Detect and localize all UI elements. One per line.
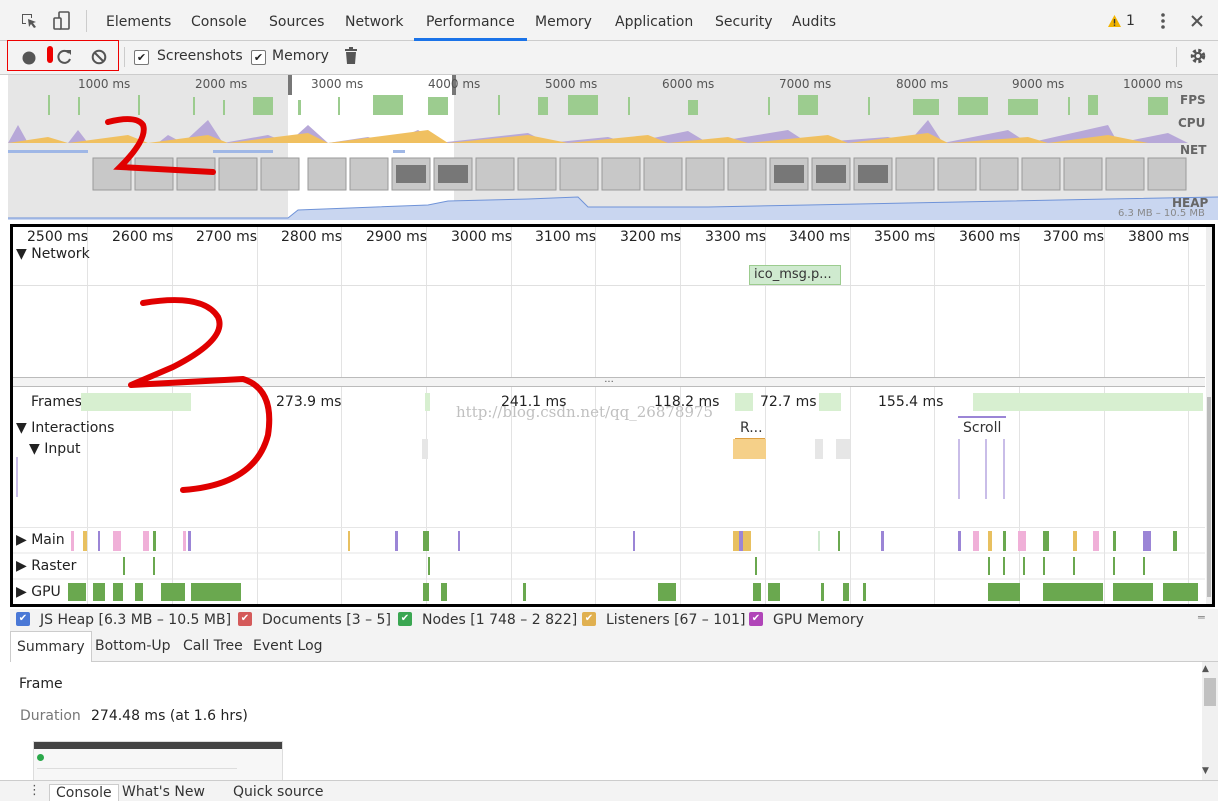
- annotation-number-2: [128, 297, 273, 493]
- trash-icon[interactable]: [344, 47, 358, 69]
- tab-application[interactable]: Application: [615, 0, 693, 40]
- overview-tick: 10000 ms: [1123, 77, 1183, 91]
- timeline-overview[interactable]: 1000 ms 2000 ms 3000 ms 4000 ms 5000 ms …: [8, 75, 1218, 220]
- duration-value: 274.48 ms (at 1.6 hrs): [91, 708, 248, 724]
- resize-handle-icon[interactable]: ═: [1198, 611, 1205, 624]
- overview-graphs: [8, 75, 1218, 220]
- devtools-tab-bar: Elements Console Sources Network Perform…: [0, 0, 1218, 41]
- nodes-checkbox[interactable]: ✔: [398, 612, 412, 626]
- overview-tick: 6000 ms: [662, 77, 715, 91]
- js-heap-label: JS Heap [6.3 MB – 10.5 MB]: [40, 612, 232, 628]
- warning-icon[interactable]: [1107, 13, 1122, 32]
- performance-toolbar: ✔ Screenshots ✔ Memory: [0, 40, 1218, 75]
- tab-call-tree[interactable]: Call Tree: [183, 631, 243, 661]
- drawer-tab-whats-new[interactable]: What's New: [122, 784, 205, 800]
- overview-tick: 3000 ms: [311, 77, 364, 91]
- close-devtools-icon[interactable]: [1190, 13, 1204, 32]
- tab-memory[interactable]: Memory: [535, 0, 592, 40]
- tab-console[interactable]: Console: [191, 0, 247, 40]
- overview-tick: 4000 ms: [428, 77, 481, 91]
- summary-panel: Frame Duration 274.48 ms (at 1.6 hrs): [10, 662, 1202, 782]
- record-button[interactable]: [22, 50, 36, 69]
- overview-tick: 8000 ms: [896, 77, 949, 91]
- frame-screenshot: [33, 741, 283, 782]
- duration-label: Duration: [20, 708, 81, 724]
- memory-legend: ✔ JS Heap [6.3 MB – 10.5 MB] ✔ Documents…: [10, 609, 1218, 631]
- tab-event-log[interactable]: Event Log: [253, 631, 323, 661]
- overview-tick: 5000 ms: [545, 77, 598, 91]
- screenshots-checkbox[interactable]: ✔: [134, 50, 149, 65]
- tab-elements[interactable]: Elements: [106, 0, 171, 40]
- overview-tick: 1000 ms: [78, 77, 131, 91]
- tab-performance[interactable]: Performance: [414, 0, 527, 41]
- overview-tick: 2000 ms: [195, 77, 248, 91]
- clear-icon[interactable]: [91, 49, 107, 69]
- settings-gear-icon[interactable]: [1189, 47, 1207, 69]
- listeners-label: Listeners [67 – 101]: [606, 612, 746, 628]
- tab-network[interactable]: Network: [345, 0, 403, 40]
- memory-checkbox[interactable]: ✔: [251, 50, 266, 65]
- tab-audits[interactable]: Audits: [792, 0, 836, 40]
- screenshots-label: Screenshots: [157, 48, 243, 64]
- fps-label: FPS: [1180, 93, 1206, 107]
- device-toolbar-icon[interactable]: [53, 11, 71, 30]
- overview-tick: 9000 ms: [1012, 77, 1065, 91]
- gpu-memory-checkbox[interactable]: ✔: [749, 612, 763, 626]
- overview-tick: 7000 ms: [779, 77, 832, 91]
- tab-bottom-up[interactable]: Bottom-Up: [95, 631, 171, 661]
- drawer-menu-icon[interactable]: ⋮: [28, 783, 41, 798]
- timeline-flamechart[interactable]: 2500 ms 2600 ms 2700 ms 2800 ms 2900 ms …: [10, 224, 1215, 607]
- drawer-tab-bar: ⋮ Console What's New Quick source: [0, 780, 1218, 801]
- net-label: NET: [1180, 143, 1207, 157]
- memory-label: Memory: [272, 48, 329, 64]
- summary-scrollbar[interactable]: ▲ ▼: [1202, 662, 1218, 780]
- cpu-label: CPU: [1178, 116, 1206, 130]
- documents-checkbox[interactable]: ✔: [238, 612, 252, 626]
- listeners-checkbox[interactable]: ✔: [582, 612, 596, 626]
- drawer-tab-console[interactable]: Console: [49, 784, 119, 801]
- tab-security[interactable]: Security: [715, 0, 773, 40]
- inspect-element-icon[interactable]: [20, 12, 36, 28]
- heap-range: 6.3 MB – 10.5 MB: [1118, 208, 1205, 219]
- details-tab-bar: Summary Bottom-Up Call Tree Event Log: [10, 631, 1218, 662]
- nodes-label: Nodes [1 748 – 2 822]: [422, 612, 578, 628]
- tab-summary[interactable]: Summary: [10, 631, 92, 662]
- js-heap-checkbox[interactable]: ✔: [16, 612, 30, 626]
- annotation-red-mark: [47, 46, 53, 63]
- summary-title: Frame: [19, 676, 63, 692]
- more-options-icon[interactable]: [1160, 12, 1166, 34]
- documents-label: Documents [3 – 5]: [262, 612, 391, 628]
- warning-count[interactable]: 1: [1126, 13, 1135, 29]
- gpu-memory-label: GPU Memory: [773, 612, 864, 628]
- tab-sources[interactable]: Sources: [269, 0, 324, 40]
- drawer-tab-quick-source[interactable]: Quick source: [233, 784, 324, 800]
- reload-record-icon[interactable]: [55, 48, 73, 70]
